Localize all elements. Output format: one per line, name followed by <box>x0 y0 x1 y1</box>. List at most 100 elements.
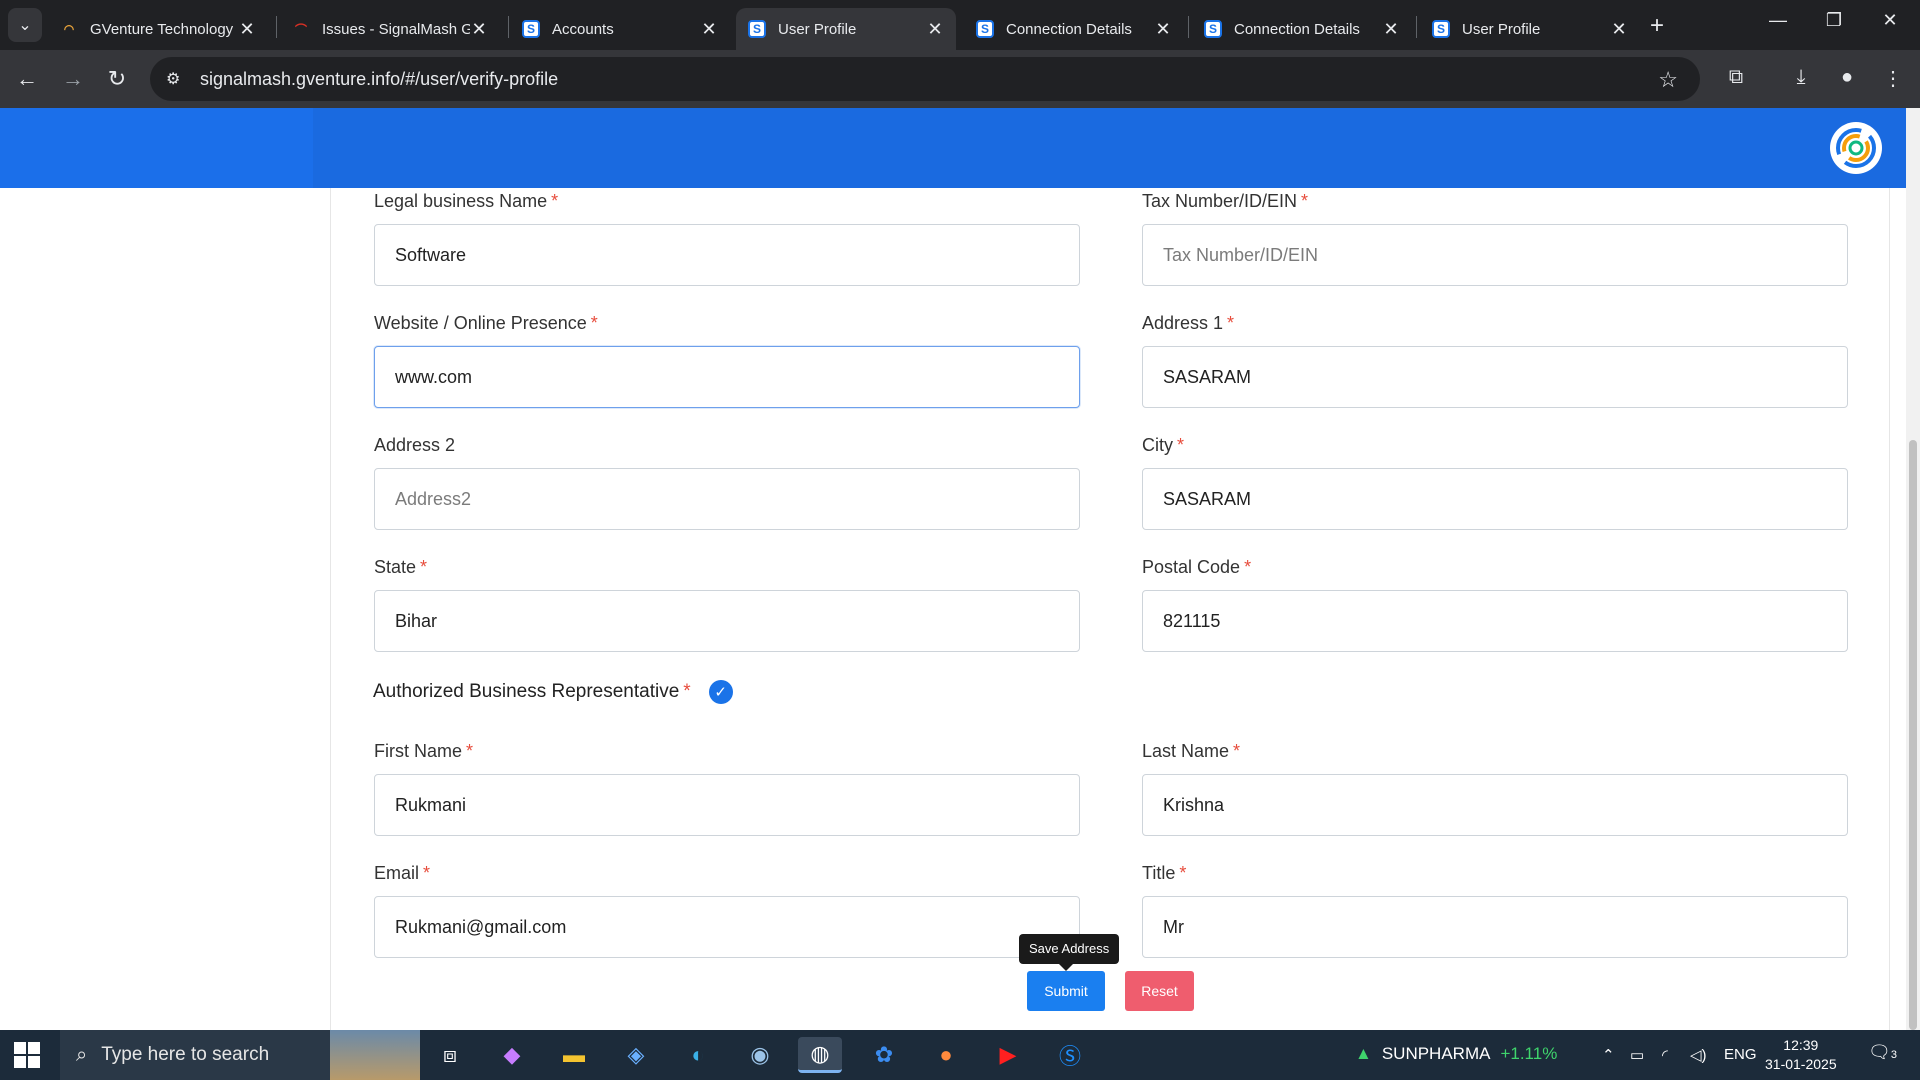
tab-user-profile-active[interactable]: S User Profile ✕ <box>736 8 956 50</box>
back-icon[interactable]: ← <box>10 62 44 96</box>
restore-icon[interactable]: ❐ <box>1814 10 1854 31</box>
app-header <box>0 108 1906 188</box>
skype-icon[interactable]: Ⓢ <box>1048 1037 1092 1073</box>
tab-title: Connection Details <box>1234 20 1360 38</box>
windows-start-icon[interactable] <box>14 1042 40 1068</box>
taskbar-search[interactable]: ⌕ Type here to search <box>60 1030 420 1080</box>
ticker-change: +1.11% <box>1500 1044 1558 1063</box>
website-input[interactable] <box>374 346 1080 408</box>
close-icon[interactable]: ✕ <box>1382 19 1400 40</box>
close-icon[interactable]: ✕ <box>1154 19 1172 40</box>
chrome-icon[interactable]: ◍ <box>798 1037 842 1073</box>
address1-input[interactable] <box>1142 346 1848 408</box>
address-bar[interactable]: ⚙ signalmash.gventure.info/#/user/verify… <box>150 57 1700 101</box>
download-icon[interactable]: ⤓ <box>1786 66 1816 89</box>
jira-icon: ⌒ <box>294 22 307 37</box>
tab-search-button[interactable]: ⌄ <box>8 8 42 42</box>
close-icon[interactable]: ✕ <box>926 19 944 40</box>
legal-name-input[interactable] <box>374 224 1080 286</box>
minimize-icon[interactable]: — <box>1758 10 1798 31</box>
submit-button[interactable]: Submit <box>1027 971 1105 1011</box>
state-label: State * <box>374 557 428 577</box>
new-tab-icon[interactable]: + <box>1650 12 1664 40</box>
task-view-icon[interactable]: ⧈ <box>428 1037 472 1073</box>
close-icon[interactable]: ✕ <box>470 19 488 40</box>
last-name-label: Last Name * <box>1142 741 1241 761</box>
window-close-icon[interactable]: ✕ <box>1870 10 1910 31</box>
signalmash-icon: S <box>748 20 766 38</box>
tab-title: User Profile <box>1462 20 1541 38</box>
email-label: Email * <box>374 863 431 883</box>
site-settings-icon[interactable]: ⚙ <box>166 69 190 89</box>
close-icon[interactable]: ✕ <box>238 19 256 40</box>
show-hidden-icons-icon[interactable]: ⌃ <box>1602 1046 1615 1064</box>
tax-number-input[interactable] <box>1142 224 1848 286</box>
postal-code-input[interactable] <box>1142 590 1848 652</box>
signalmash-icon: S <box>522 20 540 38</box>
clock[interactable]: 12:39 31-01-2025 <box>1765 1036 1837 1074</box>
profile-icon[interactable]: ● <box>1832 66 1862 89</box>
representative-section-title: Authorized Business Representative * ✓ <box>373 680 733 704</box>
signalmash-logo[interactable] <box>1830 122 1882 174</box>
tab-accounts[interactable]: S Accounts ✕ <box>510 8 730 50</box>
email-input[interactable] <box>374 896 1080 958</box>
battery-icon[interactable]: ▭ <box>1630 1046 1644 1064</box>
edge-icon[interactable]: ◐ <box>676 1037 720 1073</box>
stock-ticker[interactable]: ▲ SUNPHARMA +1.11% <box>1355 1044 1557 1064</box>
state-input[interactable] <box>374 590 1080 652</box>
url-text: signalmash.gventure.info/#/user/verify-p… <box>200 68 559 89</box>
ticker-symbol: SUNPHARMA <box>1381 1044 1491 1063</box>
copilot-icon[interactable]: ◆ <box>490 1037 534 1073</box>
section-title-text: Authorized Business Representative <box>373 681 680 702</box>
extensions-icon[interactable]: ⧉ <box>1721 66 1751 89</box>
city-label: City * <box>1142 435 1185 455</box>
clock-time: 12:39 <box>1783 1037 1819 1053</box>
signalmash-icon: S <box>976 20 994 38</box>
tab-connection-details-2[interactable]: S Connection Details ✕ <box>1192 8 1412 50</box>
language-indicator[interactable]: ENG <box>1724 1046 1757 1063</box>
close-icon[interactable]: ✕ <box>1610 19 1628 40</box>
title-input[interactable] <box>1142 896 1848 958</box>
check-circle-icon[interactable]: ✓ <box>708 680 733 704</box>
scrollbar-thumb[interactable] <box>1909 440 1917 1030</box>
tab-user-profile[interactable]: S User Profile ✕ <box>1420 8 1640 50</box>
file-explorer-icon[interactable]: ▬ <box>552 1037 596 1073</box>
reload-icon[interactable]: ↻ <box>100 62 134 96</box>
snipping-tool-icon[interactable]: ◉ <box>738 1037 782 1073</box>
sidebar-header <box>0 108 313 188</box>
search-highlight-image <box>330 1030 420 1080</box>
address2-input[interactable] <box>374 468 1080 530</box>
firefox-icon[interactable]: ● <box>924 1037 968 1073</box>
tab-title: Connection Details <box>1006 20 1132 38</box>
tab-issues[interactable]: ⌒ Issues - SignalMash G ✕ <box>280 8 500 50</box>
required-mark: * <box>683 681 691 702</box>
website-label: Website / Online Presence * <box>374 313 598 333</box>
save-address-tooltip: Save Address <box>1019 934 1120 971</box>
city-input[interactable] <box>1142 468 1848 530</box>
browser-toolbar: ← → ↻ ⚙ signalmash.gventure.info/#/user/… <box>0 50 1920 108</box>
tab-title: GVenture Technology <box>90 20 234 38</box>
m365-icon[interactable]: ◈ <box>614 1037 658 1073</box>
reset-button[interactable]: Reset <box>1125 971 1194 1011</box>
chevron-down-icon: ⌄ <box>18 17 32 34</box>
wifi-icon[interactable]: ◜ <box>1662 1046 1668 1064</box>
title-label: Title * <box>1142 863 1187 883</box>
bookmark-star-icon[interactable]: ☆ <box>1658 67 1678 93</box>
last-name-input[interactable] <box>1142 774 1848 836</box>
signalmash-icon: S <box>1432 20 1450 38</box>
windows-taskbar: ⌕ Type here to search ⧈ ◆ ▬ ◈ ◐ ◉ ◍ ✿ ● … <box>0 1030 1920 1080</box>
forward-icon[interactable]: → <box>56 62 90 96</box>
tax-number-label: Tax Number/ID/EIN * <box>1142 191 1309 211</box>
notifications-icon[interactable]: 🗨3 <box>1868 1042 1897 1063</box>
close-icon[interactable]: ✕ <box>700 19 718 40</box>
youtube-icon[interactable]: ▶ <box>986 1037 1030 1073</box>
volume-icon[interactable]: ◁) <box>1690 1046 1707 1064</box>
search-icon: ⌕ <box>76 1043 88 1066</box>
tab-gventure[interactable]: ◠ GVenture Technology ✕ <box>48 8 268 50</box>
menu-kebab-icon[interactable]: ⋮ <box>1878 66 1908 91</box>
tab-connection-details[interactable]: S Connection Details ✕ <box>964 8 1184 50</box>
search-placeholder: Type here to search <box>101 1044 270 1065</box>
team-app-icon[interactable]: ✿ <box>862 1037 906 1073</box>
first-name-input[interactable] <box>374 774 1080 836</box>
notification-count: 3 <box>1890 1049 1897 1061</box>
